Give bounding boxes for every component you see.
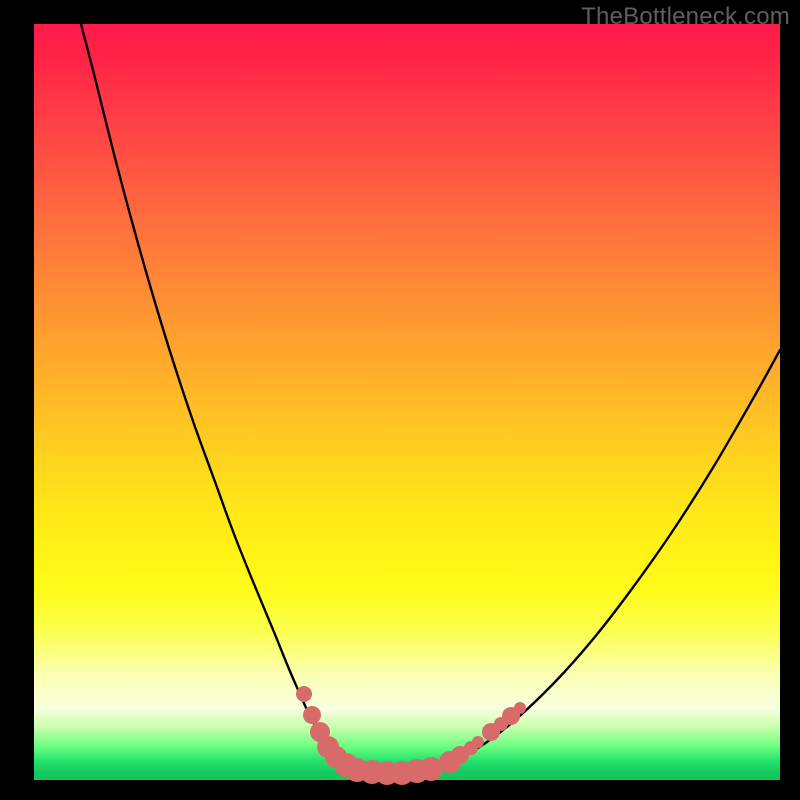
chart-svg: [34, 24, 780, 780]
marker-dot: [472, 736, 484, 748]
marker-dot: [303, 706, 321, 724]
marker-dot: [296, 686, 312, 702]
marker-dot: [514, 702, 526, 714]
highlight-dots: [296, 686, 526, 785]
bottleneck-curve: [81, 24, 780, 773]
plot-area: [34, 24, 780, 780]
chart-frame: TheBottleneck.com: [0, 0, 800, 800]
